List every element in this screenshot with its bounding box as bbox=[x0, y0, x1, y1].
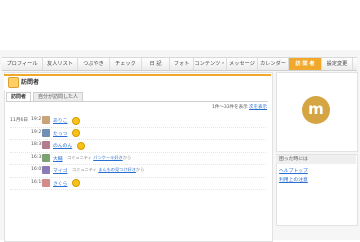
visitor-name-link[interactable]: のんのん bbox=[53, 142, 72, 149]
community-prefix: コミュニティ bbox=[67, 154, 94, 160]
smile-icon bbox=[72, 179, 80, 187]
avatar[interactable] bbox=[42, 153, 50, 162]
smile-icon bbox=[72, 129, 80, 137]
list-item: 19:21 たっつ bbox=[10, 128, 266, 140]
visitor-name-link[interactable]: 大輔 bbox=[53, 155, 63, 162]
avatar[interactable] bbox=[42, 166, 50, 174]
help-top-link[interactable]: ヘルプトップ bbox=[279, 167, 308, 174]
nav-item[interactable]: コンテンツ・ bbox=[194, 58, 227, 70]
range-text: 1件〜33件を表示 bbox=[212, 105, 248, 110]
list-item: 16:18 さくら bbox=[10, 178, 266, 190]
source-suffix: から bbox=[135, 167, 145, 173]
nav-item[interactable]: 設定変更 bbox=[322, 58, 353, 70]
top-navigation: プロフィール 友人リスト つぶやき チェック日 記フォト コンテンツ・ メッセージ カレンダ… bbox=[2, 57, 357, 71]
nav-item[interactable]: 友人リスト bbox=[43, 58, 78, 70]
visitor-name-link[interactable]: さくら bbox=[53, 180, 67, 187]
avatar[interactable] bbox=[42, 128, 50, 137]
nav-item[interactable]: つぶやき bbox=[78, 58, 110, 70]
nav-item[interactable]: メッセージ bbox=[227, 58, 258, 70]
nav-item[interactable]: チェック bbox=[110, 58, 142, 70]
avatar[interactable] bbox=[42, 116, 50, 124]
visit-source: コミュニティ まんもの見つけ好きから bbox=[72, 167, 144, 173]
smile-icon bbox=[72, 116, 80, 125]
visit-source: コミュニティ パンケーキ好きから bbox=[67, 155, 131, 161]
page-title: 訪問者 bbox=[21, 79, 40, 86]
list-item: 16:05 マイゴ コミュニティ まんもの見つけ好きから bbox=[10, 165, 266, 178]
source-suffix: から bbox=[122, 154, 132, 160]
community-link[interactable]: パンケーキ好き bbox=[93, 155, 123, 160]
nav-item[interactable]: 日 記 bbox=[142, 58, 170, 70]
list-item: 11月6日 19:27 ありこ bbox=[10, 115, 266, 128]
tab-divider bbox=[6, 101, 268, 102]
avatar[interactable] bbox=[42, 141, 50, 149]
mixi-logo[interactable]: m bbox=[302, 96, 330, 124]
visitor-name-link[interactable]: マイゴ bbox=[53, 167, 67, 174]
visitor-name-link[interactable]: ありこ bbox=[53, 117, 67, 124]
avatar[interactable] bbox=[42, 178, 50, 187]
nav-item[interactable]: プロフィール bbox=[2, 58, 43, 70]
help-box bbox=[276, 154, 358, 226]
visitor-list: 11月6日 19:27 ありこ 19:21 たっつ 18:38 のんのん 16:35 大輔 コミュ… bbox=[10, 115, 266, 190]
next-page-link[interactable]: 次を表示 bbox=[249, 104, 267, 110]
smile-icon bbox=[77, 141, 85, 150]
title-bar bbox=[4, 74, 271, 90]
list-item: 18:38 のんのん bbox=[10, 140, 266, 153]
usage-notes-link[interactable]: 利用上の注意 bbox=[279, 176, 308, 183]
nav-item[interactable]: カレンダー bbox=[258, 58, 289, 70]
footprint-icon bbox=[8, 77, 19, 88]
help-title: 困った時には bbox=[276, 155, 356, 164]
visit-date: 11月6日 bbox=[10, 118, 28, 123]
nav-item[interactable]: フォト bbox=[170, 58, 194, 70]
nav-item[interactable]: 訪 問 者 bbox=[289, 58, 322, 70]
community-prefix: コミュニティ bbox=[72, 167, 99, 173]
community-link[interactable]: まんもの見つけ好き bbox=[98, 167, 136, 172]
list-item: 16:35 大輔 コミュニティ パンケーキ好きから bbox=[10, 153, 266, 165]
visitor-name-link[interactable]: たっつ bbox=[53, 130, 67, 137]
